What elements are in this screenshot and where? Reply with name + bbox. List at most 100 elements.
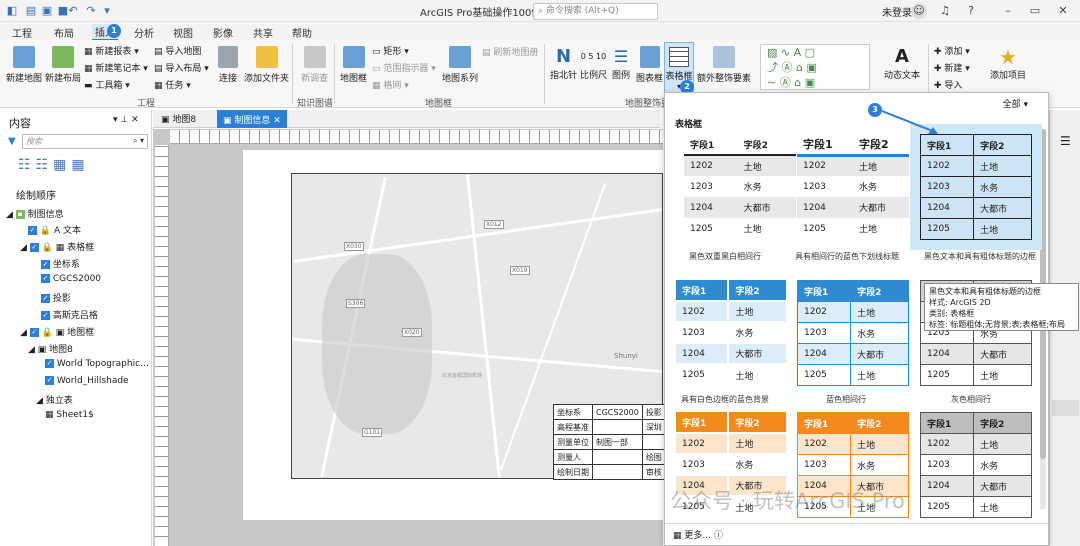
header-cell: 字段2 [850,280,909,302]
tree-item-sheet1[interactable]: ▦ Sheet1$ [45,410,94,420]
table-style-card[interactable]: 字段1字段21202土地1203水务1204大都市1205土地 [919,412,1032,518]
table-cell: 大都市 [973,475,1032,497]
more-button[interactable]: ▦ 更多... ⓘ [665,523,1048,545]
search-icon: ⌕ [538,6,546,16]
help-icon[interactable]: ? [963,3,979,19]
header-cell: 字段1 [796,280,852,302]
extent-indicator-button[interactable]: ▭ 范围指示器 ▾ [372,61,436,74]
table-cell: 土地 [973,496,1032,518]
table-cell: 水务 [850,322,909,344]
tab-analysis[interactable]: 分析 [134,25,154,40]
view-tab-layout[interactable]: ▣ 制图信息 ✕ [217,110,287,128]
table-cell: 1202 [797,155,853,176]
import-map-button[interactable]: ▤ 导入地图 [154,44,201,57]
task-button[interactable]: ▦ 任务 ▾ [154,78,191,91]
tree-item-cgcs2000[interactable]: ✓ CGCS2000 [41,274,101,284]
notification-icon[interactable]: ♫ [937,3,953,19]
add-item-button[interactable]: ★ 添加项目 [990,46,1026,81]
minimize-icon[interactable]: – [1000,3,1016,19]
map-frame-button[interactable]: 地图框 [340,46,367,84]
extra-surround-button[interactable]: 额外整饰要素 [697,46,751,84]
connect-button[interactable]: 连接 [218,46,238,84]
table-cell: 土地 [850,364,909,386]
customize-qat-icon[interactable]: ▾ [100,4,114,18]
table-cell: 大都市 [973,197,1032,219]
tab-help[interactable]: 帮助 [292,25,312,40]
horizontal-ruler [170,130,663,144]
table-style-card[interactable]: 字段1字段21202土地1203水务1204大都市1205土地 [796,280,909,386]
add-folder-button[interactable]: 添加文件夹 [244,46,289,84]
separator [334,44,335,104]
table-style-card[interactable]: 字段1字段21202土地1203水务1204大都市1205土地 [684,134,796,239]
add-favorite-button[interactable]: ✚ 添加 ▾ [934,44,970,57]
new-map-button[interactable]: 新建地图 [6,46,42,84]
map-series-button[interactable]: 地图系列 [442,46,478,84]
view-tab-map8[interactable]: ▣ 地图8 [161,112,196,125]
info-table[interactable]: 坐标系 CGCS2000 投影 高程基准 深圳 测量单位 制图一部 测量人 绘图 绘制日期… [553,404,666,480]
group-label-project: 工程 [137,99,156,109]
contents-search-input[interactable]: 搜索 ⌕ ▾ [22,134,148,149]
pointer-arrow [881,110,938,134]
legend-button[interactable]: ☰ 图例 [612,46,630,81]
tree-item-projection[interactable]: ✓ 投影 [41,291,71,304]
toolbox-button[interactable]: ▬ 工具箱 ▾ [84,78,130,91]
tree-item-map8[interactable]: ◢ ▣ 地图8 [28,342,73,355]
table-cell: 水务 [728,321,788,343]
contents-title: 内容 [9,117,31,130]
rectangle-button[interactable]: ▭ 矩形 ▾ [372,44,409,57]
table-style-card[interactable]: 字段1字段21202土地1203水务1204大都市1205土地 [676,280,788,385]
open-icon[interactable]: ▣ [40,4,54,18]
north-arrow-button[interactable]: N 指北针 [550,46,577,81]
tab-imagery[interactable]: 影像 [213,25,233,40]
tree-item-topographic[interactable]: ✓ World Topographic… [45,359,149,369]
maximize-icon[interactable]: ▭ [1027,3,1043,19]
new-report-button[interactable]: ▦ 新建报表 ▾ [84,44,139,57]
pane-options-icon[interactable]: ▾ ⊥ ✕ [113,115,139,125]
table-preview: 字段1字段21202土地1203水务1204大都市1205土地 [684,134,796,239]
tab-layout[interactable]: 布局 [54,25,74,40]
tab-share[interactable]: 共享 [253,25,273,40]
tree-item-text[interactable]: ✓ 🔒 A 文本 [28,223,81,236]
close-icon[interactable]: ✕ [1055,3,1071,19]
new-layout-button[interactable]: 新建布局 [45,46,81,84]
signin-status[interactable]: 未登录 [882,4,912,19]
view-mode-icons[interactable]: ☷☷▦▦ [18,157,90,173]
tab-project[interactable]: 工程 [12,25,32,40]
tree-item-coordsys[interactable]: ✓ 坐标系 [41,257,80,270]
redo-icon[interactable]: ↷ [84,4,98,18]
table-style-card[interactable]: 字段1字段21202土地1203水务1204大都市1205土地 [910,124,1042,250]
scroll-block[interactable] [1052,400,1079,416]
new-notebook-button[interactable]: ▦ 新建笔记本 ▾ [84,61,148,74]
scale-bar-button[interactable]: 0 5 10 比例尺 [580,46,607,81]
table-icon [669,47,689,67]
tree-item-layout[interactable]: ◢ ▪ 制图信息 [6,207,64,220]
dynamic-text-button[interactable]: A 动态文本 [884,46,920,81]
command-search-input[interactable]: ⌕ 命令搜索 (Alt+Q) [533,3,658,20]
close-tab-icon[interactable]: ✕ [273,116,281,126]
tree-item-gauss-kruger[interactable]: ✓ 高斯克吕格 [41,308,98,321]
new-favorite-button[interactable]: ✚ 新建 ▾ [934,61,970,74]
table-cell: 土地 [853,155,909,176]
tree-item-map-frame[interactable]: ◢ ✓ 🔒 ▣ 地图框 [20,325,94,338]
chart-frame-button[interactable]: 图表框 [636,46,663,84]
import-layout-button[interactable]: ▤ 导入布局 ▾ [154,61,209,74]
menu-icon[interactable]: ☰ [1060,134,1071,148]
grid-button[interactable]: ▦ 格网 ▾ [372,78,409,91]
map-label: X019 [510,266,530,275]
graphics-gallery[interactable]: ▨ ∿ A ▢ ⤴ Ⓐ ⌂ ▣ ∼ Ⓐ ⌂ ▣ [760,44,870,90]
import-favorite-button[interactable]: ✚ 导入 [934,78,962,91]
new-project-icon[interactable]: ▤ [24,4,38,18]
group-label-map-frame: 地图框 [425,99,453,109]
undo-icon[interactable]: ↶ [66,4,80,18]
tab-view[interactable]: 视图 [173,25,193,40]
gallery-filter-dropdown[interactable]: 全部 ▾ [1003,97,1028,110]
table-style-card[interactable]: 字段1字段21202土地1203水务1204大都市1205土地 [797,134,909,239]
tree-item-standalone-tables[interactable]: ◢ 独立表 [36,393,73,406]
table-cell: 1203 [919,176,975,198]
tree-item-hillshade[interactable]: ✓ World_Hillshade [45,376,129,386]
filter-icon[interactable]: ▼ [8,136,16,147]
refresh-map-book-button[interactable]: ▤ 刷新地图册 [482,45,538,58]
new-survey-button[interactable]: 新调查 [301,46,328,84]
tree-item-table-frame[interactable]: ◢ ✓ 🔒 ▦ 表格框 [20,240,94,253]
user-icon[interactable]: ☺ [911,3,927,19]
